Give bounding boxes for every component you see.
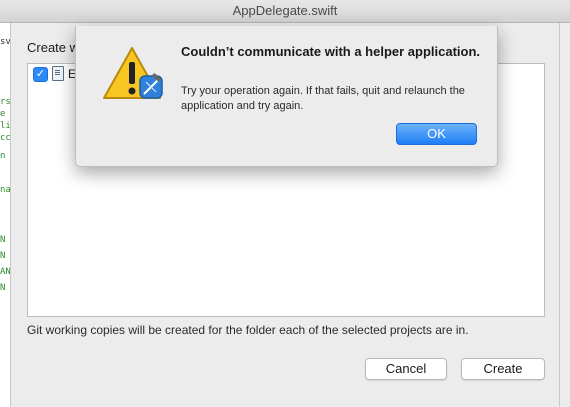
create-button[interactable]: Create	[461, 358, 545, 380]
sheet-title: Create w	[27, 40, 80, 55]
code-fragment: N	[0, 251, 6, 261]
cancel-button[interactable]: Cancel	[365, 358, 447, 380]
project-checkbox[interactable]: ✓	[33, 67, 48, 82]
alert-dialog: Couldn’t communicate with a helper appli…	[75, 26, 498, 167]
alert-title: Couldn’t communicate with a helper appli…	[181, 44, 481, 59]
sheet-footnote: Git working copies will be created for t…	[27, 323, 469, 337]
window-titlebar: AppDelegate.swift	[0, 0, 570, 23]
xcode-warning-icon	[102, 46, 168, 104]
window-title: AppDelegate.swift	[232, 3, 338, 18]
code-fragment: N	[0, 235, 6, 245]
code-fragment: n	[0, 151, 6, 161]
ok-button[interactable]: OK	[396, 123, 477, 145]
project-file-icon	[52, 66, 64, 81]
code-fragment: e	[0, 109, 6, 119]
alert-message: Try your operation again. If that fails,…	[181, 85, 465, 112]
code-fragment: N	[0, 283, 6, 293]
